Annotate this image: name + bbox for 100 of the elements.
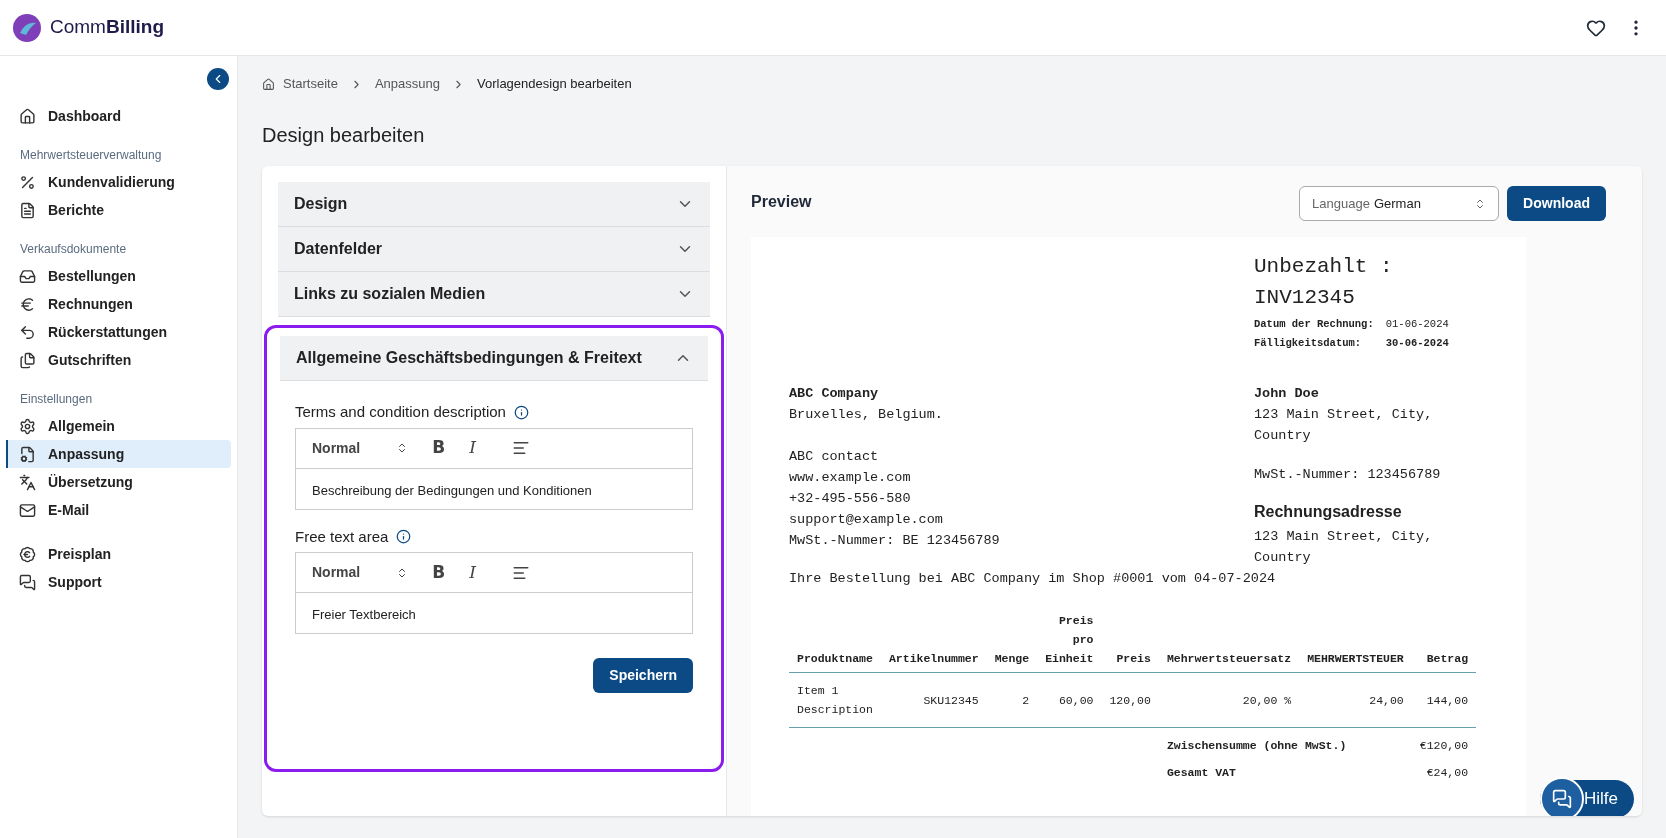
field-label: Free text area [295, 526, 389, 547]
rich-text-editor[interactable]: Normal B I Freier Textbereich [295, 552, 693, 634]
column-header: Artikelnummer [880, 611, 987, 673]
gear-icon [19, 417, 36, 435]
column-header: Menge [986, 611, 1038, 673]
total-value: €120,00 [1411, 727, 1477, 755]
help-button[interactable]: Hilfe [1540, 780, 1634, 816]
seller-detail: ABC contact [789, 448, 880, 466]
logo-icon [12, 12, 42, 43]
invoice-status-title: Unbezahlt : INV12345 [1254, 254, 1394, 311]
date-label: Datum der Rechnung: [1254, 315, 1386, 334]
sidebar-item[interactable]: Gutschriften [6, 346, 231, 374]
sidebar-item[interactable]: Berichte [6, 196, 231, 224]
sidebar-item[interactable]: Anpassung [6, 440, 231, 468]
date-label: Fälligkeitsdatum: [1254, 334, 1386, 353]
sidebar-item[interactable]: Rechnungen [6, 290, 231, 318]
italic-button[interactable]: I [469, 435, 476, 461]
column-header: Produktname [789, 611, 881, 673]
billing-address: 123 Main Street, City, Country [1254, 528, 1434, 567]
info-icon[interactable] [513, 404, 529, 420]
home-icon [262, 77, 275, 91]
sidebar-item[interactable]: Preisplan [6, 540, 231, 568]
seller-detail: support@example.com [789, 511, 944, 529]
buyer-name: John Doe [1254, 385, 1320, 403]
billing-address-title: Rechnungsadresse [1254, 502, 1403, 522]
breadcrumb-link[interactable]: Vorlagendesign bearbeiten [477, 74, 632, 94]
logo-text: CommBilling [50, 15, 164, 40]
column-header: Preis pro Einheit [1037, 611, 1102, 673]
language-select[interactable]: Language German [1299, 186, 1500, 221]
total-value: €24,00 [1425, 765, 1470, 781]
field-label: Terms and condition description [295, 402, 506, 422]
chat-icon [1552, 789, 1572, 809]
column-header: Mehrwertsteuersatz [1158, 611, 1300, 673]
seller-detail: +32-495-556-580 [789, 490, 912, 508]
table-cell: 120,00 [1101, 672, 1159, 728]
accordion-header[interactable]: Allgemeine Geschäftsbedingungen & Freitext [280, 336, 708, 381]
download-button[interactable]: Download [1507, 186, 1606, 221]
breadcrumb-link[interactable]: Anpassung [374, 74, 440, 94]
files-icon [19, 351, 36, 369]
translate-icon [19, 473, 36, 491]
accordion-header[interactable]: Links zu sozialen Medien [278, 272, 710, 317]
sidebar-section-label: Verkaufsdokumente [19, 241, 128, 258]
table-cell: 144,00 [1411, 672, 1477, 728]
euro-icon [19, 295, 36, 313]
sidebar-item[interactable]: Kundenvalidierung [6, 168, 231, 196]
euro-badge-icon [19, 545, 36, 563]
inbox-icon [19, 267, 36, 285]
mail-icon [19, 501, 36, 519]
date-value: 01-06-2024 [1385, 317, 1449, 332]
favorite-icon[interactable] [1586, 17, 1606, 38]
info-icon[interactable] [396, 529, 412, 545]
date-value: 30-06-2024 [1385, 336, 1449, 351]
sidebar-item[interactable]: Bestellungen [6, 262, 231, 290]
page-title: Design bearbeiten [262, 123, 426, 148]
accordion-header[interactable]: Datenfelder [278, 227, 710, 272]
sidebar-item[interactable]: Allgemein [6, 412, 231, 440]
table-cell: SKU12345 [880, 672, 987, 728]
align-icon[interactable] [511, 439, 530, 457]
text-area[interactable]: Freier Textbereich [296, 593, 692, 633]
total-label: Gesamt VAT [1165, 765, 1237, 781]
table-cell: 60,00 [1037, 672, 1102, 728]
sidebar-item[interactable]: Support [6, 568, 231, 596]
buyer-vat: MwSt.-Nummer: 123456789 [1254, 466, 1442, 484]
seller-address: Bruxelles, Belgium. [789, 406, 944, 424]
save-button[interactable]: Speichern [593, 658, 693, 693]
house-icon [19, 107, 36, 125]
percent-icon [19, 173, 36, 191]
column-header: Preis [1101, 611, 1159, 673]
bold-button[interactable]: B [432, 559, 446, 586]
sidebar-item[interactable]: E-Mail [6, 496, 231, 524]
format-select[interactable]: Normal [312, 562, 409, 583]
text-area[interactable]: Beschreibung der Bedingungen und Konditionen [296, 468, 692, 509]
table-cell: 24,00 [1299, 672, 1412, 728]
chat-icon [19, 573, 36, 591]
table-cell: 20,00 % [1158, 672, 1300, 728]
seller-name: ABC Company [789, 385, 880, 403]
seller-detail: MwSt.-Nummer: BE 123456789 [789, 532, 1001, 550]
rich-text-editor[interactable]: Normal B I Beschreibung der Bedingungen und Konditionen [295, 427, 693, 510]
seller-detail: www.example.com [789, 469, 912, 487]
sidebar-item[interactable]: Dashboard [6, 102, 231, 130]
order-info: Ihre Bestellung bei ABC Company im Shop #0001 vom 04-07-2024 [789, 570, 1277, 588]
table-cell: Item 1 Description [789, 672, 881, 728]
bold-button[interactable]: B [432, 435, 446, 461]
document-icon [19, 201, 36, 219]
sidebar-item[interactable]: Rückerstattungen [6, 318, 231, 346]
buyer-address: 123 Main Street, City, Country [1254, 406, 1434, 445]
table-cell: 2 [986, 672, 1038, 728]
column-header: Betrag [1411, 611, 1477, 673]
sidebar-section-label: Mehrwertsteuerverwaltung [19, 147, 163, 164]
document-gear-icon [19, 445, 36, 463]
breadcrumb-link[interactable]: Startseite [283, 74, 338, 94]
accordion-header[interactable]: Design [278, 182, 710, 227]
sidebar-section-label: Einstellungen [19, 391, 94, 408]
total-label: Zwischensumme (ohne MwSt.) [1158, 727, 1412, 755]
format-select[interactable]: Normal [312, 437, 409, 459]
undo-icon [19, 323, 36, 341]
italic-button[interactable]: I [469, 559, 476, 586]
collapse-sidebar-button[interactable] [207, 68, 229, 90]
column-header: MEHRWERTSTEUER [1299, 611, 1412, 673]
sidebar-item[interactable]: Übersetzung [6, 468, 231, 496]
